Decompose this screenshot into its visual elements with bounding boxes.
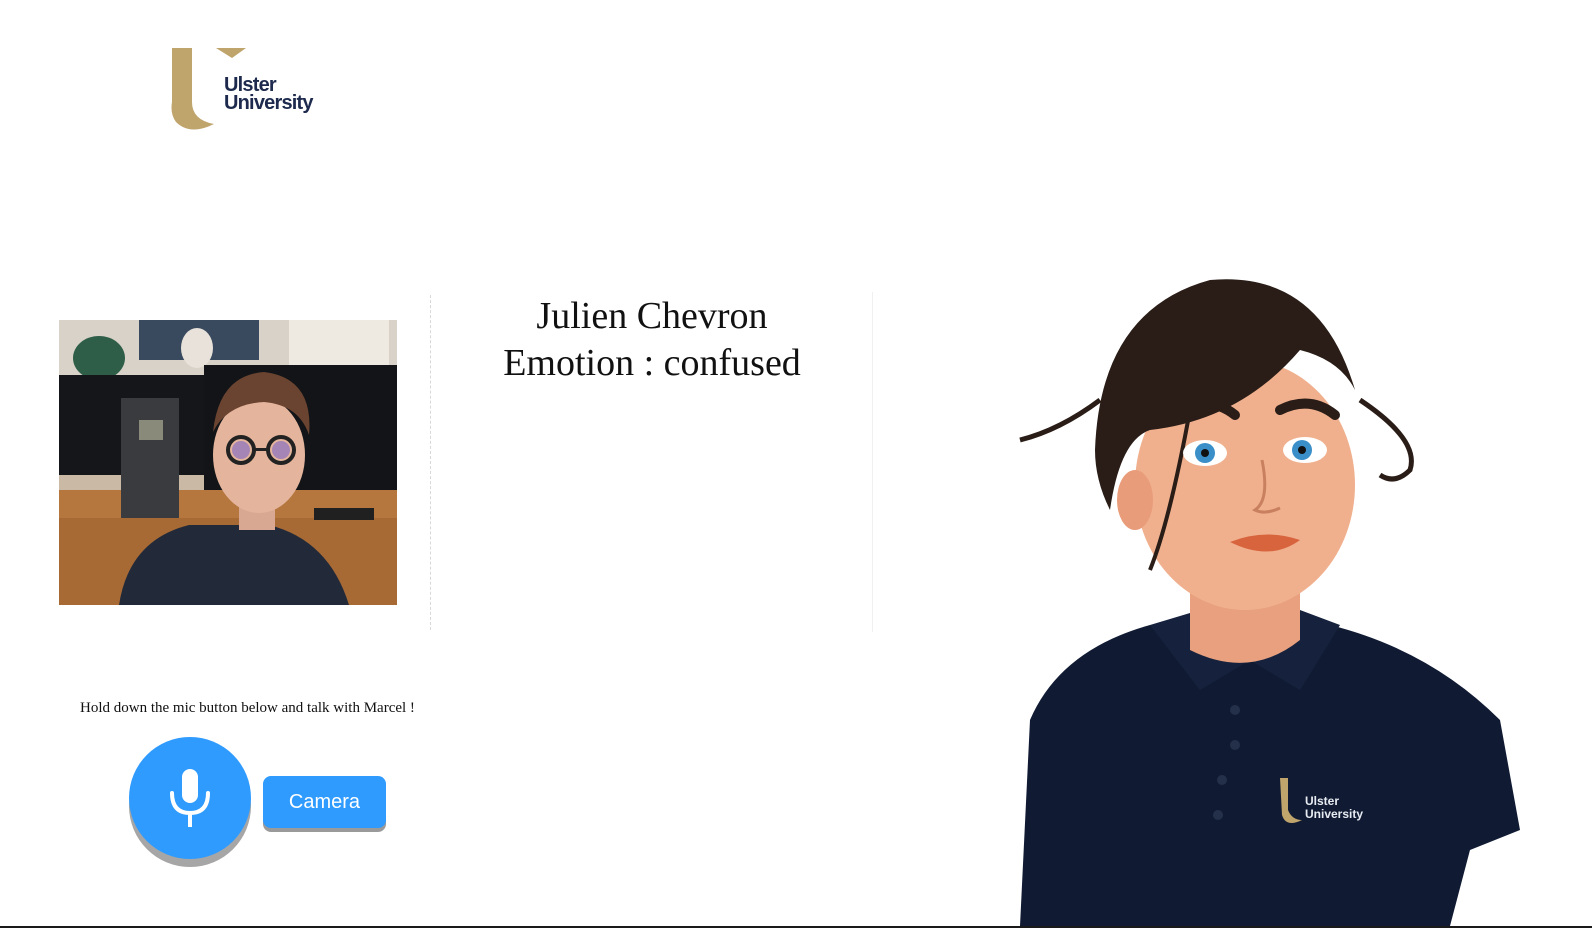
webcam-feed — [59, 320, 397, 605]
mic-button[interactable] — [129, 737, 251, 859]
app-page: Ulster University Julien Chevron Emotion… — [0, 0, 1592, 941]
panel-divider — [872, 292, 873, 632]
shirt-logo-line-2: University — [1305, 807, 1363, 821]
user-info-panel: Julien Chevron Emotion : confused — [452, 293, 852, 387]
page-bottom-border — [0, 926, 1592, 941]
ulster-university-logo: Ulster University — [168, 44, 328, 134]
microphone-icon — [170, 769, 210, 827]
logo-wordmark: Ulster University — [224, 75, 314, 114]
logo-line-2: University — [224, 92, 314, 114]
camera-button[interactable]: Camera — [263, 776, 386, 828]
avatar-marcel: Ulster University — [1000, 270, 1540, 930]
mic-instructions: Hold down the mic button below and talk … — [80, 700, 415, 716]
emotion-label: Emotion : confused — [503, 342, 801, 384]
panel-divider — [430, 295, 431, 630]
user-name: Julien Chevron — [536, 295, 768, 337]
shirt-logo-line-1: Ulster — [1305, 794, 1339, 808]
